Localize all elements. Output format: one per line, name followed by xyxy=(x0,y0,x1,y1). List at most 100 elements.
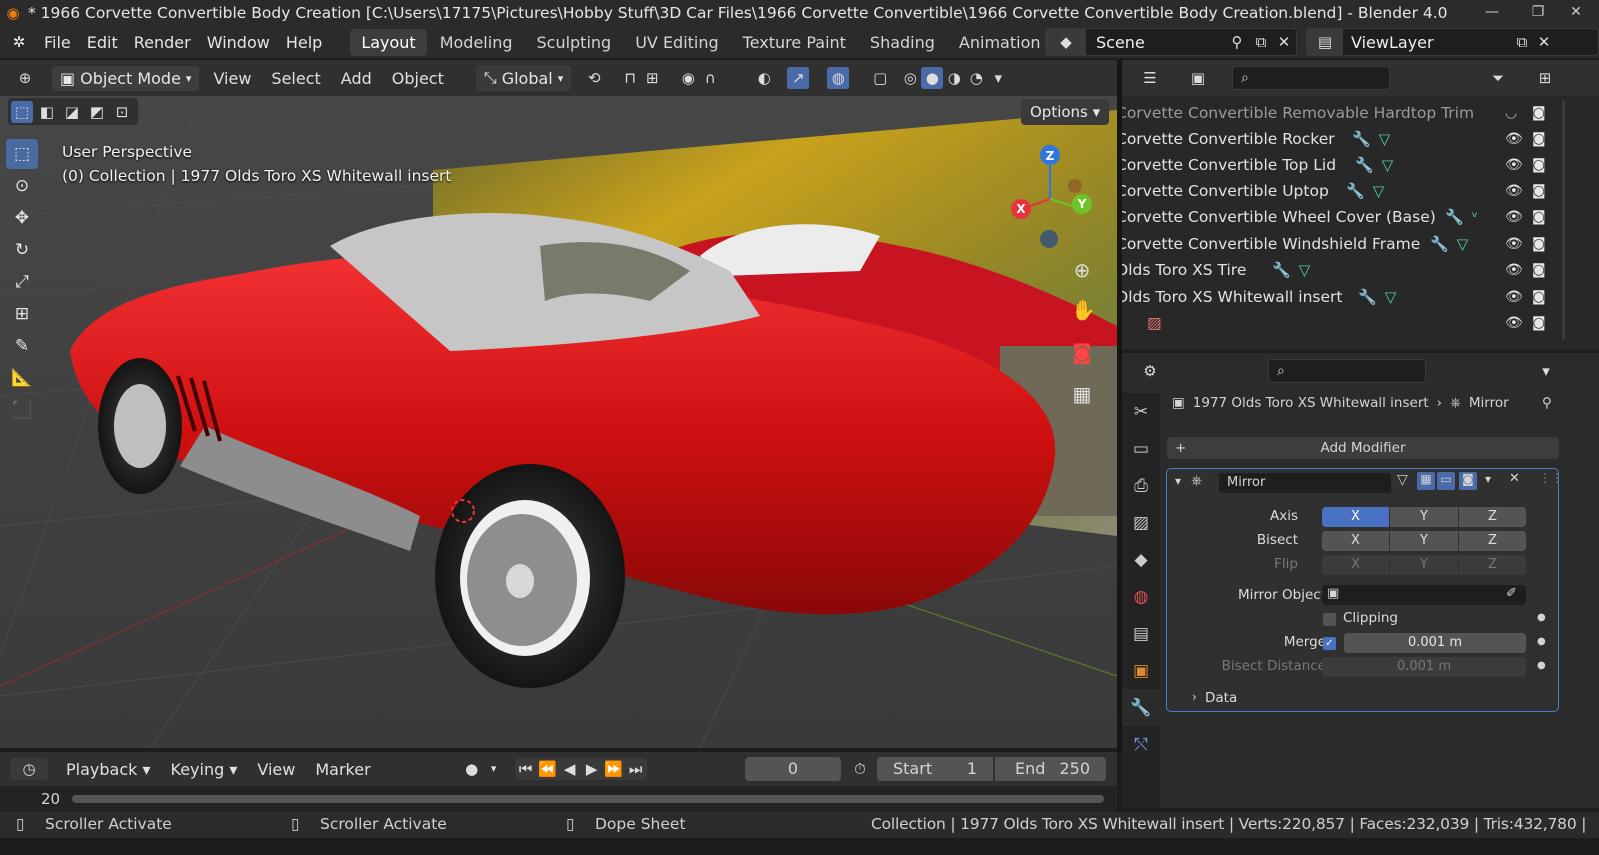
outliner-row[interactable]: ▨ 👁 ◙ xyxy=(1122,310,1599,336)
render-camera-icon[interactable]: ◙ xyxy=(1532,315,1546,331)
render-camera-icon[interactable]: ◙ xyxy=(1532,289,1546,305)
new-viewlayer-icon[interactable]: ⧉ xyxy=(1511,31,1533,53)
mesh-icon[interactable]: ▽ xyxy=(1385,288,1397,306)
display-mode-icon[interactable]: ▣ xyxy=(1178,67,1218,89)
view-layer-tab-icon[interactable]: ▨ xyxy=(1122,504,1160,541)
pin-icon[interactable]: ⚲ xyxy=(1542,395,1552,411)
axis-y-toggle[interactable]: Y xyxy=(1390,507,1458,527)
3d-viewport[interactable]: Z X Y ⊕ ✋ ◙ ▦ xyxy=(0,96,1117,748)
render-camera-icon[interactable]: ◙ xyxy=(1532,262,1546,278)
properties-search-input[interactable]: ⌕ xyxy=(1268,358,1426,383)
select-subtract-icon[interactable]: ◪ xyxy=(61,101,83,123)
timeline-scrubber[interactable]: 20 xyxy=(0,786,1117,812)
collapse-chevron-icon[interactable]: ▾ xyxy=(1175,474,1181,488)
xray-icon[interactable]: ▢ xyxy=(869,67,891,89)
options-dropdown[interactable]: Options ▾ xyxy=(1021,99,1109,125)
material-shading-icon[interactable]: ◑ xyxy=(943,67,965,89)
menu-edit[interactable]: Edit xyxy=(79,33,126,52)
wrench-icon[interactable]: 🔧 xyxy=(1445,208,1464,226)
modifier-tab-icon[interactable]: 🔧 xyxy=(1122,689,1160,726)
menu-file[interactable]: File xyxy=(36,33,79,52)
gizmo-icon[interactable]: ↗ xyxy=(787,67,810,89)
select-intersect-icon[interactable]: ⊡ xyxy=(111,101,133,123)
wireframe-shading-icon[interactable]: ◎ xyxy=(899,67,921,89)
viewlayer-selector[interactable]: ▤ ViewLayer ⧉ ✕ xyxy=(1306,28,1599,56)
annotate-tool-icon[interactable]: ✎ xyxy=(6,331,38,361)
scene-name[interactable]: Scene xyxy=(1096,33,1145,52)
cursor-tool-icon[interactable]: ⊙ xyxy=(6,171,38,201)
wrench-icon[interactable]: 🔧 xyxy=(1346,182,1365,200)
axis-x-toggle[interactable]: X xyxy=(1322,507,1389,527)
bisect-x-toggle[interactable]: X xyxy=(1322,531,1389,551)
add-cube-tool-icon[interactable]: ⬛ xyxy=(6,395,38,425)
merge-distance-field[interactable]: 0.001 m xyxy=(1344,633,1526,653)
object-tab-icon[interactable]: ▣ xyxy=(1122,652,1160,689)
keyframe-dot-icon[interactable]: ● xyxy=(1537,660,1546,671)
tab-texture-paint[interactable]: Texture Paint xyxy=(732,29,857,56)
timeline-scrollbar[interactable] xyxy=(72,795,1104,803)
scale-tool-icon[interactable]: ⤢ xyxy=(6,267,38,297)
record-options-icon[interactable]: ▾ xyxy=(483,758,505,780)
data-subpanel-label[interactable]: Data xyxy=(1205,690,1237,706)
outliner-row[interactable]: Corvette Convertible Top Lid 🔧 ▽ 👁 ◙ xyxy=(1122,152,1599,178)
tab-shading[interactable]: Shading xyxy=(859,29,946,56)
mesh-icon[interactable]: ▽ xyxy=(1379,130,1391,148)
outliner-search-input[interactable]: ⌕ xyxy=(1232,66,1390,90)
record-icon[interactable]: ● xyxy=(461,758,483,780)
outliner-row[interactable]: Olds Toro XS Whitewall insert 🔧 ▽ 👁 ◙ xyxy=(1122,284,1599,310)
filter-icon[interactable]: ⏷ xyxy=(1487,67,1509,89)
modifier-menu-icon[interactable]: ▾ xyxy=(1485,472,1491,486)
visibility-eye-icon[interactable]: 👁 xyxy=(1505,289,1523,305)
mesh-icon[interactable]: ᵛ xyxy=(1472,208,1478,226)
stopwatch-icon[interactable]: ⏱ xyxy=(849,758,871,780)
transform-tool-icon[interactable]: ⊞ xyxy=(6,299,38,329)
shading-options-icon[interactable]: ▾ xyxy=(987,67,1009,89)
flip-z-toggle[interactable]: Z xyxy=(1459,555,1526,575)
remove-scene-icon[interactable]: ✕ xyxy=(1273,31,1295,53)
render-camera-icon[interactable]: ◙ xyxy=(1532,209,1546,225)
visibility-eye-icon[interactable]: ◡ xyxy=(1505,105,1517,121)
outliner-row[interactable]: Corvette Convertible Rocker 🔧 ▽ 👁 ◙ xyxy=(1122,126,1599,152)
properties-options-icon[interactable]: ▾ xyxy=(1535,360,1557,382)
mesh-icon[interactable]: ▽ xyxy=(1373,182,1385,200)
visibility-eye-icon[interactable]: 👁 xyxy=(1505,157,1523,173)
jump-start-icon[interactable]: ⏮ xyxy=(515,758,537,780)
edit-mode-icon[interactable]: ▽ xyxy=(1397,472,1408,488)
blender-menu-icon[interactable]: ✲ xyxy=(8,31,30,53)
wrench-icon[interactable]: 🔧 xyxy=(1352,130,1371,148)
remove-viewlayer-icon[interactable]: ✕ xyxy=(1533,31,1555,53)
remove-modifier-icon[interactable]: ✕ xyxy=(1509,471,1520,486)
rotate-tool-icon[interactable]: ↻ xyxy=(6,235,38,265)
end-frame-field[interactable]: End 250 xyxy=(995,757,1106,781)
scene-tab-icon[interactable]: ◆ xyxy=(1122,541,1160,578)
mode-dropdown[interactable]: ▣ Object Mode ▾ xyxy=(52,65,200,91)
wrench-icon[interactable]: 🔧 xyxy=(1272,261,1291,279)
add-modifier-button[interactable]: + Add Modifier xyxy=(1167,437,1559,459)
falloff-icon[interactable]: ∩ xyxy=(699,67,721,89)
keyframe-dot-icon[interactable]: ● xyxy=(1537,636,1546,647)
visibility-eye-icon[interactable]: 👁 xyxy=(1505,262,1523,278)
render-camera-icon[interactable]: ◙ xyxy=(1532,131,1546,147)
properties-editor-icon[interactable]: ⚙ xyxy=(1132,360,1168,382)
bisect-y-toggle[interactable]: Y xyxy=(1390,531,1458,551)
pan-hand-icon[interactable]: ✋ xyxy=(1071,299,1096,341)
next-keyframe-icon[interactable]: ⏩ xyxy=(603,758,625,780)
clipping-checkbox[interactable] xyxy=(1323,613,1336,626)
wrench-icon[interactable]: 🔧 xyxy=(1355,156,1374,174)
timeline-editor-icon[interactable]: ◷ xyxy=(10,758,48,780)
overlay-icon[interactable]: ◍ xyxy=(827,67,850,89)
menu-keying[interactable]: Keying ▾ xyxy=(161,760,248,779)
play-reverse-icon[interactable]: ◀ xyxy=(559,758,581,780)
solid-shading-icon[interactable]: ● xyxy=(921,67,944,89)
visibility-eye-icon[interactable]: 👁 xyxy=(1505,131,1523,147)
scene-selector[interactable]: ◆ Scene ⚲ ⧉ ✕ xyxy=(1045,28,1297,56)
merge-checkbox[interactable]: ✓ xyxy=(1323,637,1336,650)
world-tab-icon[interactable]: ◍ xyxy=(1122,578,1160,615)
minimize-button[interactable]: — xyxy=(1469,0,1515,26)
measure-tool-icon[interactable]: 📐 xyxy=(6,363,38,393)
play-icon[interactable]: ▶ xyxy=(581,758,603,780)
tab-modeling[interactable]: Modeling xyxy=(429,29,524,56)
tab-uv-editing[interactable]: UV Editing xyxy=(624,29,729,56)
jump-end-icon[interactable]: ⏭ xyxy=(625,758,647,780)
visibility-eye-icon[interactable]: 👁 xyxy=(1505,183,1523,199)
